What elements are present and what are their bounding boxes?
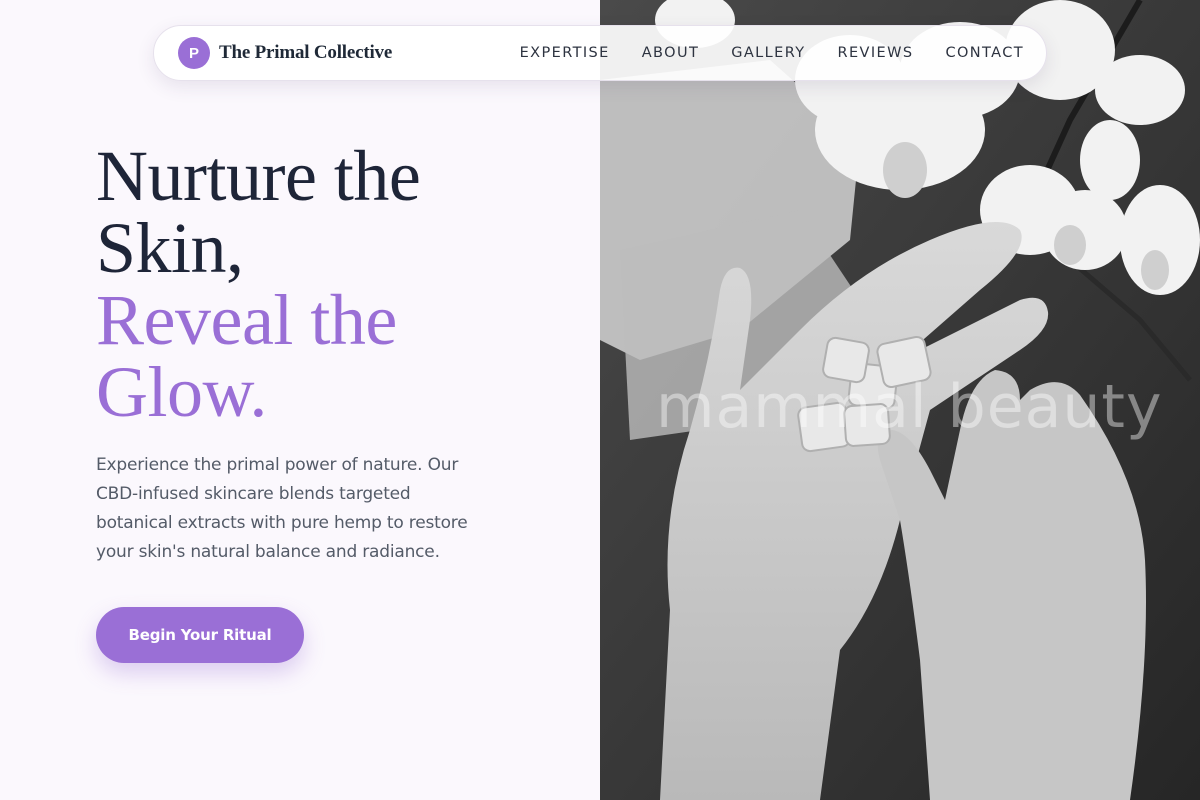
nav-link-contact[interactable]: CONTACT <box>945 45 1024 61</box>
nav-link-reviews[interactable]: REVIEWS <box>838 45 914 61</box>
headline-accent-line-1: Reveal the <box>96 280 397 360</box>
nav-link-expertise[interactable]: EXPERTISE <box>520 45 610 61</box>
image-watermark: mammal beauty <box>656 372 1163 442</box>
headline-line-2: Skin, <box>96 208 244 288</box>
begin-ritual-button[interactable]: Begin Your Ritual <box>96 607 304 663</box>
nav-link-about[interactable]: ABOUT <box>642 45 700 61</box>
top-navigation: P The Primal Collective EXPERTISE ABOUT … <box>153 25 1047 81</box>
hero-image: mammal beauty <box>600 0 1200 800</box>
headline-accent-line-2: Glow. <box>96 352 267 432</box>
hero-headline: Nurture the Skin, Reveal the Glow. <box>96 140 576 428</box>
brand-monogram-icon: P <box>178 37 210 69</box>
brand-name: The Primal Collective <box>219 42 393 63</box>
nav-link-gallery[interactable]: GALLERY <box>731 45 805 61</box>
nav-links: EXPERTISE ABOUT GALLERY REVIEWS CONTACT <box>520 45 1024 61</box>
brand-logo[interactable]: P The Primal Collective <box>178 37 392 69</box>
hero-description: Experience the primal power of nature. O… <box>96 455 468 562</box>
headline-line-1: Nurture the <box>96 136 421 216</box>
